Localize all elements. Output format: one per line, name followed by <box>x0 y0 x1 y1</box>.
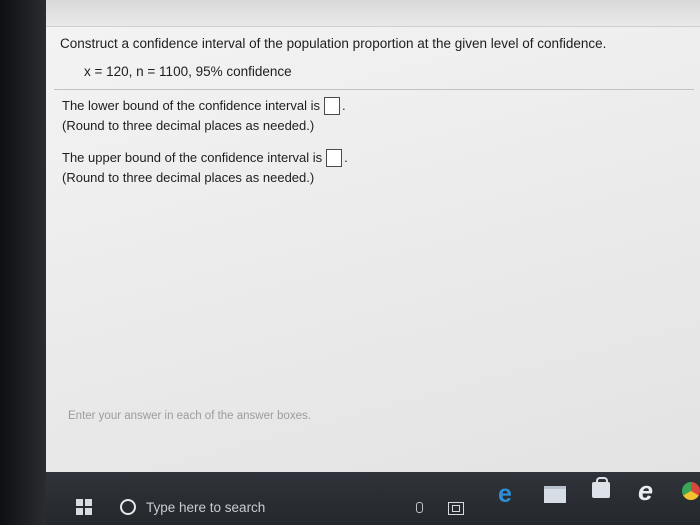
upper-bound-label: The upper bound of the confidence interv… <box>62 150 323 165</box>
windows-taskbar: Type here to search e e <box>46 472 700 525</box>
lower-bound-question: The lower bound of the confidence interv… <box>62 96 346 136</box>
divider <box>54 89 694 90</box>
microphone-icon[interactable] <box>416 502 423 513</box>
upper-bound-rounding-hint: (Round to three decimal places as needed… <box>62 170 315 185</box>
lower-bound-rounding-hint: (Round to three decimal places as needed… <box>62 118 315 133</box>
file-explorer-icon[interactable] <box>544 486 566 503</box>
page-header-strip <box>46 0 700 27</box>
internet-explorer-icon[interactable]: e <box>638 476 653 507</box>
upper-bound-answer-box[interactable] <box>326 149 343 167</box>
instruction-text: Enter your answer in each of the answer … <box>68 410 311 422</box>
lower-bound-label: The lower bound of the confidence interv… <box>62 98 320 113</box>
upper-bound-question: The upper bound of the confidence interv… <box>62 148 348 188</box>
chrome-icon[interactable] <box>682 482 700 500</box>
taskbar-search-input[interactable]: Type here to search <box>146 500 265 515</box>
question-prompt: Construct a confidence interval of the p… <box>60 36 607 51</box>
windows-start-icon[interactable] <box>76 499 92 515</box>
cortana-icon[interactable] <box>120 499 136 515</box>
monitor-bezel <box>0 0 46 525</box>
edge-icon[interactable]: e <box>498 480 512 509</box>
given-values: x = 120, n = 1100, 95% confidence <box>84 64 292 79</box>
lower-bound-period: . <box>342 98 346 113</box>
problem-page: Construct a confidence interval of the p… <box>46 0 700 472</box>
upper-bound-period: . <box>344 150 348 165</box>
task-view-icon[interactable] <box>448 502 464 515</box>
store-icon[interactable] <box>592 477 610 498</box>
lower-bound-answer-box[interactable] <box>324 97 340 115</box>
